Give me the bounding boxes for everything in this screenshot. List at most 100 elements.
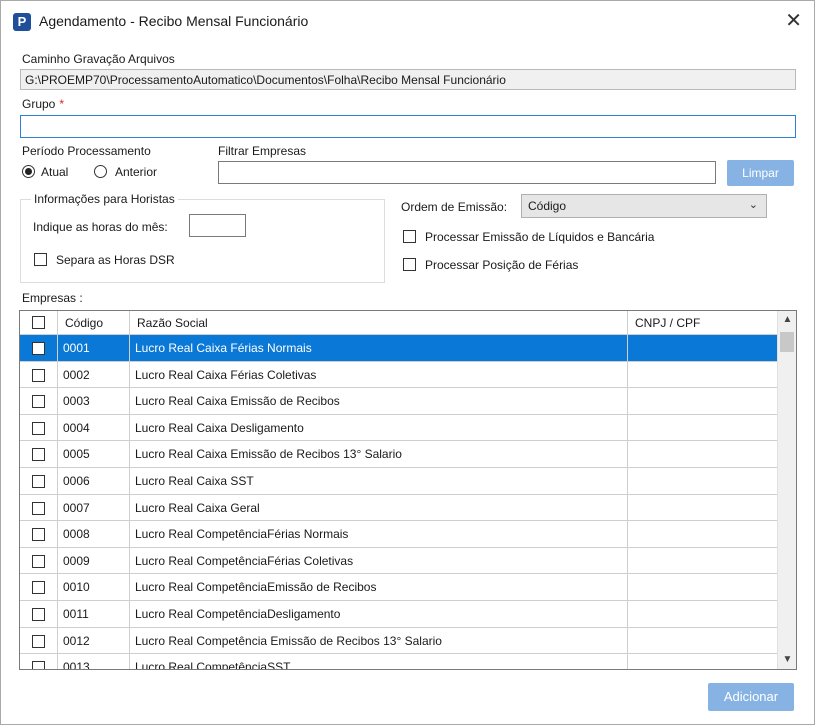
- table-row[interactable]: 0011 Lucro Real CompetênciaDesligamento: [20, 601, 777, 628]
- row-checkbox-cell: [20, 521, 58, 547]
- row-codigo: 0001: [58, 335, 130, 361]
- ordem-select[interactable]: Código ⌄: [521, 194, 767, 218]
- row-checkbox[interactable]: [32, 634, 45, 648]
- filtrar-label: Filtrar Empresas: [218, 144, 307, 158]
- row-checkbox[interactable]: [32, 421, 45, 435]
- periodo-label: Período Processamento: [22, 144, 151, 158]
- row-cnpj: [628, 628, 777, 654]
- row-codigo: 0007: [58, 494, 130, 521]
- table-row[interactable]: 0012 Lucro Real Competência Emissão de Re…: [20, 627, 777, 655]
- vertical-scrollbar[interactable]: ▲ ▼: [777, 311, 796, 669]
- radio-atual-label: Atual: [41, 165, 69, 179]
- ordem-select-value: Código: [528, 199, 567, 213]
- row-checkbox-cell: [20, 388, 58, 414]
- row-razao-social: Lucro Real Caixa Emissão de Recibos 13° …: [130, 441, 628, 467]
- row-checkbox-cell: [20, 654, 58, 669]
- grupo-input[interactable]: [20, 115, 796, 138]
- row-codigo: 0013: [58, 654, 130, 669]
- row-checkbox[interactable]: [32, 448, 45, 462]
- empresas-grid: Código Razão Social CNPJ / CPF 0001 Lucro…: [19, 310, 797, 670]
- horas-input[interactable]: [189, 214, 246, 237]
- row-checkbox[interactable]: [32, 342, 45, 355]
- table-row[interactable]: 0003 Lucro Real Caixa Emissão de Recibos: [20, 388, 777, 415]
- ordem-label: Ordem de Emissão:: [401, 200, 508, 214]
- row-cnpj: [628, 548, 777, 574]
- limpar-button[interactable]: Limpar: [727, 160, 794, 186]
- row-codigo: 0009: [58, 547, 130, 574]
- row-checkbox[interactable]: [32, 554, 45, 568]
- app-logo-icon: P: [13, 13, 31, 31]
- row-checkbox[interactable]: [32, 581, 45, 595]
- header-codigo[interactable]: Código: [58, 311, 130, 335]
- caminho-field: G:\PROEMP70\ProcessamentoAutomatico\Docu…: [20, 69, 796, 90]
- window-title: Agendamento - Recibo Mensal Funcionário: [39, 13, 309, 29]
- row-checkbox[interactable]: [32, 501, 45, 515]
- row-checkbox-cell: [20, 335, 58, 361]
- dialog-window: P Agendamento - Recibo Mensal Funcionári…: [0, 0, 815, 725]
- row-checkbox-cell: [20, 468, 58, 494]
- adicionar-button[interactable]: Adicionar: [708, 683, 794, 711]
- row-checkbox-cell: [20, 627, 58, 654]
- row-checkbox-cell: [20, 494, 58, 521]
- header-razao-social[interactable]: Razão Social: [130, 311, 628, 335]
- row-cnpj: [628, 335, 777, 361]
- row-cnpj: [628, 601, 777, 627]
- row-cnpj: [628, 362, 777, 388]
- row-checkbox[interactable]: [32, 528, 45, 542]
- scroll-down-icon[interactable]: ▼: [778, 651, 796, 669]
- row-checkbox[interactable]: [32, 475, 45, 488]
- row-codigo: 0002: [58, 361, 130, 388]
- required-mark: *: [59, 97, 65, 111]
- filtrar-input[interactable]: [218, 161, 716, 184]
- row-cnpj: [628, 441, 777, 467]
- close-icon[interactable]: ✕: [785, 9, 802, 33]
- select-all-checkbox[interactable]: [32, 316, 45, 329]
- row-codigo: 0006: [58, 468, 130, 494]
- row-checkbox-cell: [20, 441, 58, 467]
- table-row[interactable]: 0006 Lucro Real Caixa SST: [20, 468, 777, 495]
- row-razao-social: Lucro Real CompetênciaFérias Normais: [130, 521, 628, 547]
- scroll-thumb[interactable]: [780, 332, 794, 352]
- row-codigo: 0005: [58, 441, 130, 467]
- row-checkbox-cell: [20, 601, 58, 627]
- horistas-group: Informações para Horistas Indique as hor…: [20, 192, 385, 283]
- row-razao-social: Lucro Real Caixa SST: [130, 468, 628, 494]
- row-razao-social: Lucro Real Caixa Geral: [130, 494, 628, 521]
- row-razao-social: Lucro Real Caixa Emissão de Recibos: [130, 388, 628, 414]
- table-row[interactable]: 0008 Lucro Real CompetênciaFérias Normais: [20, 521, 777, 548]
- row-checkbox-cell: [20, 574, 58, 600]
- row-checkbox[interactable]: [32, 661, 45, 669]
- ferias-checkbox[interactable]: [403, 258, 416, 271]
- table-row[interactable]: 0001 Lucro Real Caixa Férias Normais: [20, 335, 777, 362]
- row-checkbox[interactable]: [32, 395, 45, 409]
- row-razao-social: Lucro Real CompetênciaFérias Coletivas: [130, 547, 628, 574]
- row-checkbox-cell: [20, 414, 58, 441]
- row-checkbox[interactable]: [32, 368, 45, 382]
- liquidos-label: Processar Emissão de Líquidos e Bancária: [425, 230, 655, 244]
- row-codigo: 0004: [58, 414, 130, 441]
- dsr-checkbox[interactable]: [34, 253, 47, 266]
- row-codigo: 0012: [58, 627, 130, 654]
- table-row[interactable]: 0002 Lucro Real Caixa Férias Coletivas: [20, 361, 777, 389]
- grid-header: Código Razão Social CNPJ / CPF: [20, 311, 777, 335]
- table-row[interactable]: 0004 Lucro Real Caixa Desligamento: [20, 414, 777, 442]
- horistas-title: Informações para Horistas: [31, 192, 178, 206]
- table-row[interactable]: 0007 Lucro Real Caixa Geral: [20, 494, 777, 522]
- radio-anterior[interactable]: [94, 165, 107, 178]
- row-razao-social: Lucro Real Caixa Férias Normais: [130, 335, 628, 361]
- row-razao-social: Lucro Real Competência Emissão de Recibo…: [130, 627, 628, 654]
- row-cnpj: [628, 654, 777, 669]
- scroll-up-icon[interactable]: ▲: [778, 311, 796, 329]
- row-codigo: 0011: [58, 601, 130, 627]
- table-row[interactable]: 0013 Lucro Real CompetênciaSST: [20, 654, 777, 669]
- table-row[interactable]: 0005 Lucro Real Caixa Emissão de Recibos …: [20, 441, 777, 468]
- table-row[interactable]: 0009 Lucro Real CompetênciaFérias Coletiv…: [20, 547, 777, 575]
- radio-atual[interactable]: [22, 165, 35, 178]
- row-checkbox[interactable]: [32, 608, 45, 621]
- row-razao-social: Lucro Real CompetênciaDesligamento: [130, 601, 628, 627]
- row-checkbox-cell: [20, 547, 58, 574]
- header-cnpj[interactable]: CNPJ / CPF: [628, 311, 777, 335]
- table-row[interactable]: 0010 Lucro Real CompetênciaEmissão de Rec…: [20, 574, 777, 601]
- row-cnpj: [628, 388, 777, 414]
- liquidos-checkbox[interactable]: [403, 230, 416, 243]
